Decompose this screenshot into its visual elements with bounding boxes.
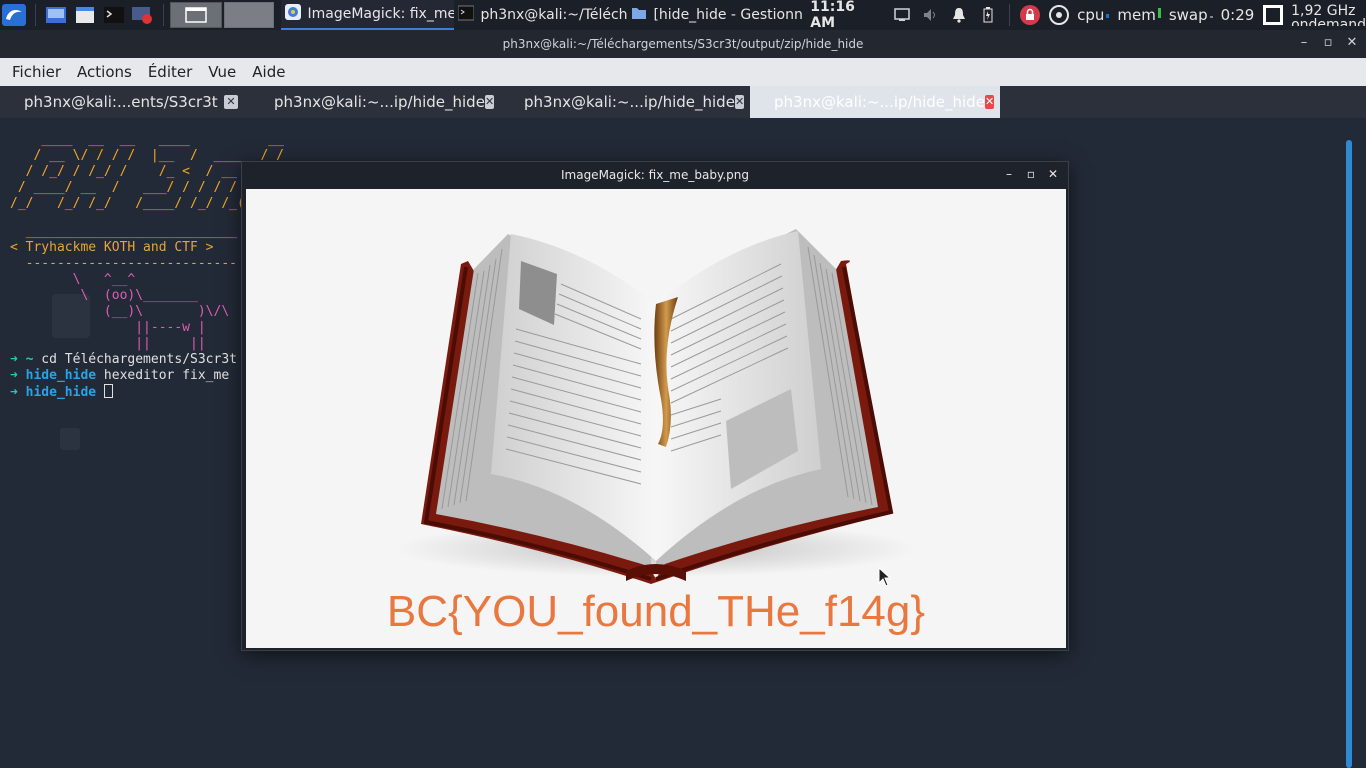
desktop-ghost-icon xyxy=(60,428,80,450)
tab-1[interactable]: ph3nx@kali:...ents/S3cr3t ✕ xyxy=(0,86,250,118)
top-panel: ImageMagick: fix_me... ph3nx@kali:~/Télé… xyxy=(0,0,1366,31)
file-manager-icon[interactable] xyxy=(71,0,100,30)
koth-banner: ___________________________ < Tryhackme … xyxy=(10,224,237,271)
cpu-monitor[interactable]: cpu xyxy=(1073,6,1113,24)
close-icon[interactable]: ✕ xyxy=(1346,36,1358,50)
terminal-icon xyxy=(457,5,475,25)
vpn-lock-icon[interactable] xyxy=(1016,5,1045,25)
close-icon[interactable]: ✕ xyxy=(1048,167,1058,181)
tab-close-icon[interactable]: ✕ xyxy=(734,95,745,109)
workspace-switcher[interactable] xyxy=(169,2,274,28)
command-text xyxy=(96,385,104,400)
panel-separator xyxy=(34,4,36,26)
workspace-2[interactable] xyxy=(223,2,274,28)
menu-actions[interactable]: Actions xyxy=(69,63,140,81)
maximize-icon[interactable]: ▫ xyxy=(1322,36,1334,50)
imagemagick-icon xyxy=(285,4,302,24)
mem-graph xyxy=(1157,8,1161,18)
maximize-icon[interactable]: ▫ xyxy=(1026,167,1036,181)
menu-file[interactable]: Fichier xyxy=(4,63,69,81)
mem-monitor[interactable]: mem xyxy=(1113,6,1164,24)
tab-4[interactable]: ph3nx@kali:~...ip/hide_hide ✕ xyxy=(750,86,1000,118)
task-imagemagick[interactable]: ImageMagick: fix_me... xyxy=(281,0,455,30)
folder-icon xyxy=(631,5,647,25)
swap-graph xyxy=(1209,16,1213,18)
terminal-launcher-icon[interactable] xyxy=(99,0,128,30)
prompt-arrow-icon: ➜ xyxy=(10,368,18,383)
menu-help[interactable]: Aide xyxy=(244,63,293,81)
battery-icon[interactable] xyxy=(974,7,1003,23)
tab-close-icon[interactable]: ✕ xyxy=(984,95,995,109)
cowsay-ascii: \ ^__^ \ (oo)\_______ (__)\ )\/\ ||----w… xyxy=(72,272,230,351)
mem-label: mem xyxy=(1117,6,1156,24)
cpu-label: cpu xyxy=(1077,6,1105,24)
task-terminal[interactable]: ph3nx@kali:~/Téléch... xyxy=(454,0,627,30)
window-list-icon[interactable] xyxy=(1258,4,1287,26)
prompt-dir: hide_hide xyxy=(25,368,97,383)
tab-close-icon[interactable]: ✕ xyxy=(224,95,238,109)
imagemagick-titlebar[interactable]: ImageMagick: fix_me_baby.png – ▫ ✕ xyxy=(242,162,1068,188)
prompt-line: ➜ ~ cd Téléchargements/S3cr3t xyxy=(10,352,237,367)
text-cursor xyxy=(103,384,113,398)
cpu-freq-value: 1,92 GHz xyxy=(1291,3,1356,19)
mouse-pointer-icon xyxy=(878,567,892,587)
show-desktop-icon[interactable] xyxy=(42,0,71,30)
task-label: ph3nx@kali:~/Téléch... xyxy=(480,7,628,23)
window-title: ph3nx@kali:~/Téléchargements/S3cr3t/outp… xyxy=(502,37,864,51)
terminal-scrollbar[interactable] xyxy=(1346,140,1352,768)
panel-separator xyxy=(162,4,164,26)
tab-2[interactable]: ph3nx@kali:~...ip/hide_hide ✕ xyxy=(250,86,500,118)
task-label: [hide_hide - Gestionn... xyxy=(653,7,805,23)
command-text: hexeditor fix_me xyxy=(96,368,230,383)
command-text: cd Téléchargements/S3cr3t xyxy=(33,352,237,367)
terminal-titlebar[interactable]: ph3nx@kali:~/Téléchargements/S3cr3t/outp… xyxy=(0,30,1366,58)
uptime: 0:29 xyxy=(1220,6,1255,24)
tab-close-icon[interactable]: ✕ xyxy=(484,95,495,109)
cpu-graph xyxy=(1106,14,1110,18)
tab-label: ph3nx@kali:~...ip/hide_hide xyxy=(524,93,735,111)
tab-3[interactable]: ph3nx@kali:~...ip/hide_hide ✕ xyxy=(500,86,750,118)
imagemagick-window[interactable]: ImageMagick: fix_me_baby.png – ▫ ✕ BC{YO… xyxy=(241,161,1069,651)
screen-record-icon[interactable] xyxy=(128,0,157,30)
minimize-icon[interactable]: – xyxy=(1298,36,1310,50)
prompt-line: ➜ hide_hide xyxy=(10,384,113,400)
swap-label: swap xyxy=(1168,6,1208,24)
menu-edit[interactable]: Éditer xyxy=(140,63,200,81)
minimize-icon[interactable]: – xyxy=(1004,167,1014,181)
tab-label: ph3nx@kali:...ents/S3cr3t xyxy=(24,93,218,111)
cpu-frequency[interactable]: 1,92 GHz ondemand xyxy=(1287,4,1366,26)
prompt-arrow-icon: ➜ xyxy=(10,352,18,367)
volume-icon[interactable] xyxy=(916,8,945,22)
prompt-dir: hide_hide xyxy=(25,385,97,400)
menu-view[interactable]: Vue xyxy=(200,63,244,81)
tab-label: ph3nx@kali:~...ip/hide_hide xyxy=(274,93,485,111)
menu-bar: Fichier Actions Éditer Vue Aide xyxy=(0,58,1366,86)
panel-separator xyxy=(1008,4,1010,26)
task-label: ImageMagick: fix_me... xyxy=(307,6,455,22)
update-status-icon[interactable] xyxy=(1044,5,1073,25)
notification-bell-icon[interactable] xyxy=(945,7,974,23)
workspace-1[interactable] xyxy=(169,2,222,28)
tab-label: ph3nx@kali:~...ip/hide_hide xyxy=(774,93,985,111)
task-file-manager[interactable]: [hide_hide - Gestionn... xyxy=(627,0,804,30)
cpu-governor: ondemand xyxy=(1291,18,1366,26)
flag-text: BC{YOU_found_THe_f14g} xyxy=(386,587,926,636)
swap-monitor[interactable]: swap xyxy=(1165,6,1217,24)
prompt-arrow-icon: ➜ xyxy=(10,385,18,400)
kali-dragon-icon[interactable] xyxy=(0,0,29,30)
clock[interactable]: 11:16 AM xyxy=(804,0,887,31)
window-title: ImageMagick: fix_me_baby.png xyxy=(560,168,749,182)
image-canvas[interactable]: BC{YOU_found_THe_f14g} xyxy=(246,189,1066,648)
terminal-tabs: ph3nx@kali:...ents/S3cr3t ✕ ph3nx@kali:~.… xyxy=(0,86,1366,118)
open-book-image xyxy=(396,229,916,584)
display-icon[interactable] xyxy=(887,8,916,22)
prompt-line: ➜ hide_hide hexeditor fix_me xyxy=(10,368,229,383)
